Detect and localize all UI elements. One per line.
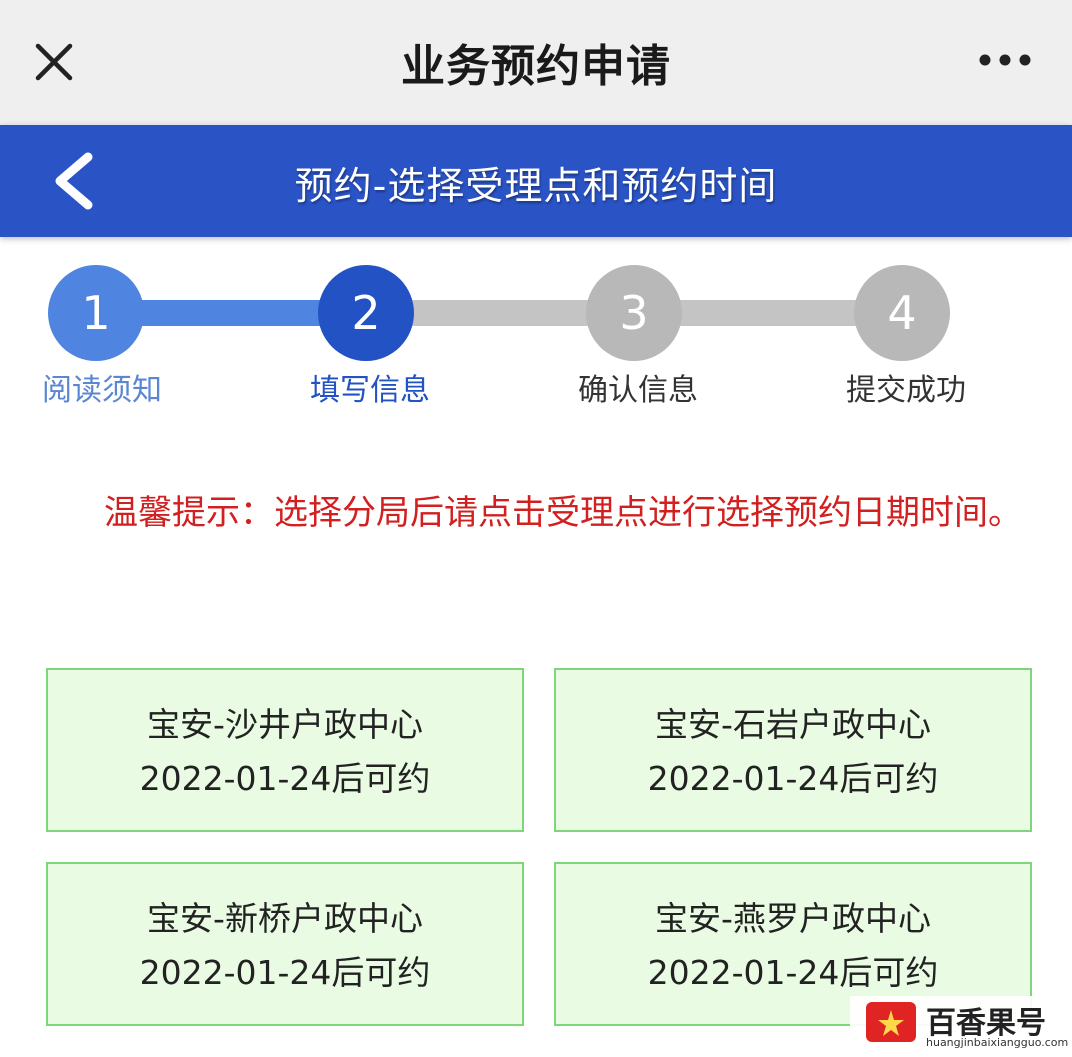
step-2-label: 填写信息 xyxy=(310,373,430,408)
watermark-url: huangjinbaixiangguo.com xyxy=(926,1036,1069,1049)
center-availability: 2022-01-24后可约 xyxy=(647,759,939,798)
app-title: 业务预约申请 xyxy=(401,41,671,92)
step-2-circle: 2 xyxy=(318,265,414,361)
page-title: 预约-选择受理点和预约时间 xyxy=(294,164,778,208)
page-header: 预约-选择受理点和预约时间 xyxy=(0,125,1072,237)
center-name: 宝安-新桥户政中心 xyxy=(147,899,423,938)
center-card-xinqiao[interactable]: 宝安-新桥户政中心 2022-01-24后可约 xyxy=(46,862,524,1026)
step-4-label: 提交成功 xyxy=(846,373,966,408)
center-name: 宝安-沙井户政中心 xyxy=(147,705,423,744)
app-top-bar: 业务预约申请 xyxy=(0,0,1072,125)
step-3-circle: 3 xyxy=(586,265,682,361)
center-card-shajing[interactable]: 宝安-沙井户政中心 2022-01-24后可约 xyxy=(46,668,524,832)
step-1-circle: 1 xyxy=(48,265,144,361)
center-availability: 2022-01-24后可约 xyxy=(139,759,431,798)
step-1-label: 阅读须知 xyxy=(42,373,162,408)
watermark-logo-icon xyxy=(866,1002,916,1042)
reminder-tip: 温馨提示：选择分局后请点击受理点进行选择预约日期时间。 xyxy=(104,493,1022,533)
center-name: 宝安-燕罗户政中心 xyxy=(655,899,931,938)
more-icon[interactable] xyxy=(975,48,1035,72)
step-indicator: 1 2 3 4 阅读须知 填写信息 确认信息 提交成功 xyxy=(0,237,1072,437)
center-name: 宝安-石岩户政中心 xyxy=(655,705,931,744)
step-3-label: 确认信息 xyxy=(578,373,698,408)
center-availability: 2022-01-24后可约 xyxy=(647,953,939,992)
center-card-shiyan[interactable]: 宝安-石岩户政中心 2022-01-24后可约 xyxy=(554,668,1032,832)
watermark: 百香果号 huangjinbaixiangguo.com xyxy=(850,996,1072,1057)
center-availability: 2022-01-24后可约 xyxy=(139,953,431,992)
step-4-circle: 4 xyxy=(854,265,950,361)
